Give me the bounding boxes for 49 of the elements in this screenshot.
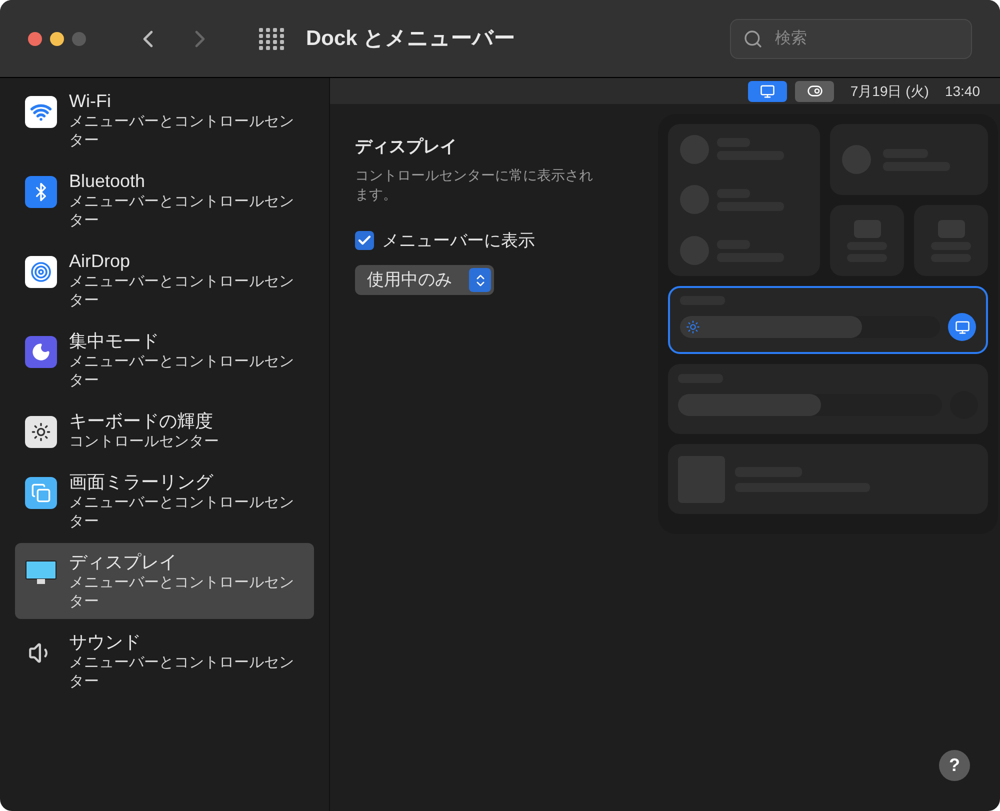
wifi-icon — [25, 96, 57, 128]
item-subtitle: コントロールセンター — [69, 432, 220, 451]
item-subtitle: メニューバーとコントロールセンター — [69, 493, 295, 531]
close-button[interactable] — [28, 32, 42, 46]
item-title: 集中モード — [69, 330, 160, 352]
bluetooth-icon — [25, 176, 57, 208]
search-icon — [743, 28, 763, 48]
item-title: Wi-Fi — [69, 90, 112, 112]
moon-icon — [25, 336, 57, 368]
section-description: コントロールセンターに常に表示されます。 — [355, 166, 594, 204]
section-heading: ディスプレイ — [355, 136, 458, 158]
item-subtitle: メニューバーとコントロールセンター — [69, 272, 295, 310]
item-title: サウンド — [69, 631, 142, 653]
sidebar-item[interactable]: 集中モード メニューバーとコントロールセンター — [15, 322, 314, 398]
sidebar-item[interactable]: AirDrop メニューバーとコントロールセンター — [15, 242, 314, 318]
keyboard-brightness-icon — [25, 416, 57, 448]
popup-button[interactable]: 使用中のみ — [355, 265, 494, 295]
grid-icon[interactable] — [258, 28, 286, 50]
help-button[interactable]: ? — [939, 750, 970, 781]
toggle-icon — [806, 83, 823, 99]
sidebar-item[interactable]: Bluetooth メニューバーとコントロールセンター — [15, 162, 314, 238]
monitor-icon — [760, 84, 776, 98]
item-title: Bluetooth — [69, 170, 146, 192]
checkbox[interactable] — [355, 230, 374, 250]
search-field[interactable]: 検索 — [730, 18, 972, 58]
airdrop-icon — [25, 256, 57, 288]
menubar-time: 13:40 — [944, 82, 980, 100]
item-title: AirDrop — [69, 250, 132, 272]
menubar-button[interactable] — [795, 80, 834, 102]
screen-mirroring-icon — [25, 477, 57, 509]
item-subtitle: メニューバーとコントロールセンター — [69, 573, 295, 611]
menubar-date: 7月19日 (火) — [850, 82, 929, 101]
sidebar-item[interactable]: 画面ミラーリング メニューバーとコントロールセンター — [15, 463, 314, 539]
item-title: キーボードの輝度 — [69, 410, 214, 432]
stepper-icon — [469, 268, 491, 292]
item-subtitle: メニューバーとコントロールセンター — [69, 112, 295, 150]
window-title: Dock とメニューバー — [306, 26, 516, 52]
item-subtitle: メニューバーとコントロールセンター — [69, 192, 295, 230]
item-subtitle: メニューバーとコントロールセンター — [69, 653, 295, 691]
sidebar-item[interactable]: ディスプレイ メニューバーとコントロールセンター — [15, 543, 314, 619]
sidebar-item[interactable]: Wi-Fi メニューバーとコントロールセンター — [15, 82, 314, 158]
item-title: ディスプレイ — [69, 551, 178, 573]
sidebar-item[interactable]: サウンド メニューバーとコントロールセンター — [15, 623, 314, 699]
sidebar-item[interactable]: キーボードの輝度 コントロールセンター — [15, 402, 314, 459]
menubar-button[interactable] — [748, 80, 788, 102]
minimize-button[interactable] — [50, 32, 64, 46]
item-subtitle: メニューバーとコントロールセンター — [69, 352, 295, 390]
item-title: 画面ミラーリング — [69, 471, 214, 493]
checkbox-label: メニューバーに表示 — [382, 230, 535, 252]
